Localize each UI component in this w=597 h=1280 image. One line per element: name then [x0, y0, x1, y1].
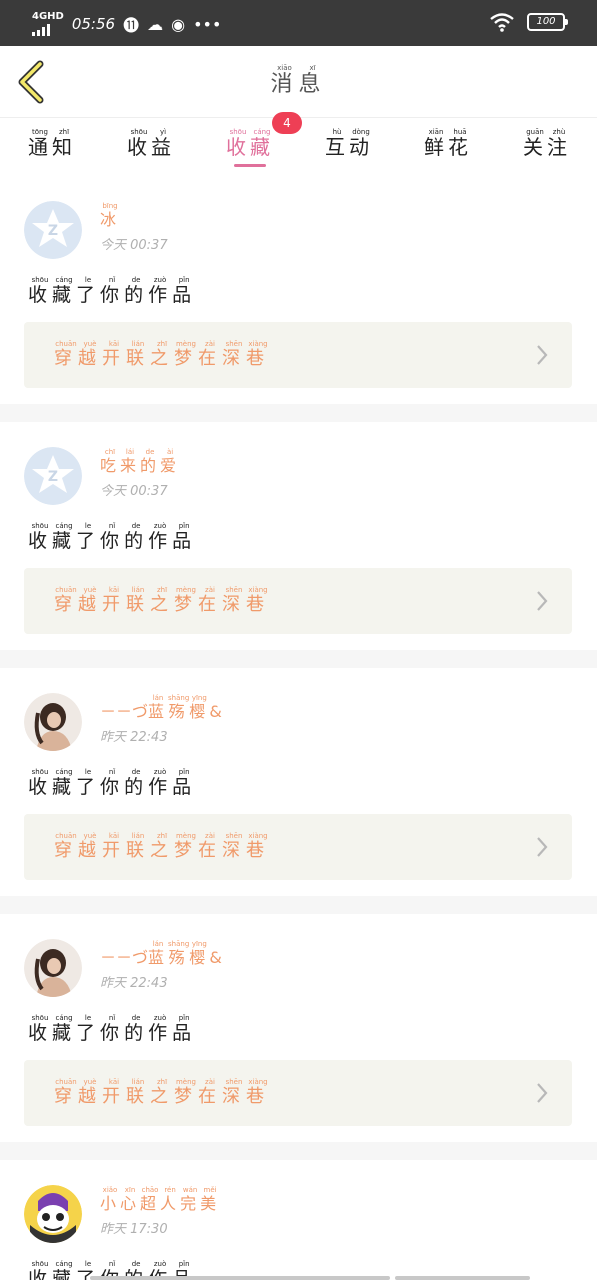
header: 消xiāo息xī	[0, 46, 597, 118]
qq-default-avatar-icon[interactable]: Z	[24, 201, 82, 259]
network-type: 4GHD	[32, 11, 64, 22]
status-left: 4GHD 05:56 ⓫ ☁ ◉ •••	[32, 12, 221, 36]
sender-name[interactable]: 小xiǎo心xīn超chāo人rén完wán美měi	[100, 1186, 220, 1214]
message-list[interactable]: Z 冰bīng 今天 00:37 收shōu藏cáng了le你nǐ的de作zuò…	[0, 176, 597, 1280]
message-card: Z 吃chī来lái的de爱ài 今天 00:37 收shōu藏cáng了le你…	[0, 422, 597, 650]
work-link[interactable]: 穿chuān越yuè开kāi联lián之zhī梦mèng在zài深shēn巷xi…	[24, 814, 572, 880]
tab-earnings[interactable]: 收shōu益yì	[111, 128, 191, 160]
wifi-icon	[490, 13, 514, 32]
status-bar: 4GHD 05:56 ⓫ ☁ ◉ ••• 100	[0, 0, 597, 46]
data-saver-icon: ⓫	[123, 16, 140, 35]
sender-name[interactable]: －－づ蓝lán殇shāng樱yīng&	[100, 940, 222, 968]
more-notifications-icon: •••	[193, 14, 222, 34]
tab-follows[interactable]: 关guān注zhù	[507, 128, 587, 160]
message-time: 昨天 22:43	[100, 730, 168, 745]
title-char: 息xī	[298, 64, 327, 97]
qq-default-avatar-icon[interactable]: Z	[24, 447, 82, 505]
message-card: Z 冰bīng 今天 00:37 收shōu藏cáng了le你nǐ的de作zuò…	[0, 176, 597, 404]
battery-icon: 100	[527, 13, 568, 31]
chevron-right-icon	[537, 1083, 548, 1103]
work-title: 穿chuān越yuè开kāi联lián之zhī梦mèng在zài深shēn巷xi…	[54, 1078, 270, 1107]
favorites-count-badge: 4	[272, 112, 302, 134]
status-right: 100	[489, 12, 568, 32]
work-link[interactable]: 穿chuān越yuè开kāi联lián之zhī梦mèng在zài深shēn巷xi…	[24, 1060, 572, 1126]
active-tab-indicator	[234, 164, 266, 167]
message-time: 今天 00:37	[100, 484, 168, 499]
tab-interactions[interactable]: 互hù动dòng	[309, 128, 389, 160]
action-text: 收shōu藏cáng了le你nǐ的de作zuò品pǐn	[28, 522, 197, 552]
scroll-indicator	[90, 1276, 390, 1280]
signal-indicator: 4GHD	[32, 12, 64, 36]
work-link[interactable]: 穿chuān越yuè开kāi联lián之zhī梦mèng在zài深shēn巷xi…	[24, 568, 572, 634]
message-card: －－づ蓝lán殇shāng樱yīng& 昨天 22:43 收shōu藏cáng了…	[0, 914, 597, 1142]
tab-flowers[interactable]: 鲜xiān花huā	[408, 128, 488, 160]
page-title: 消xiāo息xī	[0, 64, 597, 98]
cat-app-icon: ◉	[171, 14, 186, 34]
battery-level: 100	[536, 16, 556, 27]
sender-name[interactable]: 冰bīng	[100, 202, 120, 230]
svg-text:Z: Z	[48, 223, 58, 239]
message-time: 今天 00:37	[100, 238, 168, 253]
work-title: 穿chuān越yuè开kāi联lián之zhī梦mèng在zài深shēn巷xi…	[54, 340, 270, 369]
clock: 05:56	[71, 15, 116, 33]
photo-avatar-icon[interactable]	[24, 939, 82, 997]
chevron-right-icon	[537, 345, 548, 365]
cloud-icon: ☁	[147, 14, 164, 34]
tab-notifications[interactable]: 通tōng知zhī	[12, 128, 92, 160]
sender-name[interactable]: －－づ蓝lán殇shāng樱yīng&	[100, 694, 222, 722]
action-text: 收shōu藏cáng了le你nǐ的de作zuò品pǐn	[28, 768, 197, 798]
action-text: 收shōu藏cáng了le你nǐ的de作zuò品pǐn	[28, 1014, 197, 1044]
chevron-right-icon	[537, 591, 548, 611]
chevron-right-icon	[537, 837, 548, 857]
work-title: 穿chuān越yuè开kāi联lián之zhī梦mèng在zài深shēn巷xi…	[54, 586, 270, 615]
scroll-indicator	[395, 1276, 530, 1280]
message-time: 昨天 17:30	[100, 1222, 168, 1237]
signal-bars-icon	[32, 24, 64, 36]
message-time: 昨天 22:43	[100, 976, 168, 991]
message-card: －－づ蓝lán殇shāng樱yīng& 昨天 22:43 收shōu藏cáng了…	[0, 668, 597, 896]
title-char: 消xiāo	[270, 64, 299, 97]
svg-text:Z: Z	[48, 469, 58, 485]
action-text: 收shōu藏cáng了le你nǐ的de作zuò品pǐn	[28, 276, 197, 306]
photo-avatar-icon[interactable]	[24, 693, 82, 751]
cartoon-avatar-icon[interactable]	[24, 1185, 82, 1243]
sender-name[interactable]: 吃chī来lái的de爱ài	[100, 448, 180, 476]
work-link[interactable]: 穿chuān越yuè开kāi联lián之zhī梦mèng在zài深shēn巷xi…	[24, 322, 572, 388]
message-card: 小xiǎo心xīn超chāo人rén完wán美měi 昨天 17:30 收shō…	[0, 1160, 597, 1280]
work-title: 穿chuān越yuè开kāi联lián之zhī梦mèng在zài深shēn巷xi…	[54, 832, 270, 861]
